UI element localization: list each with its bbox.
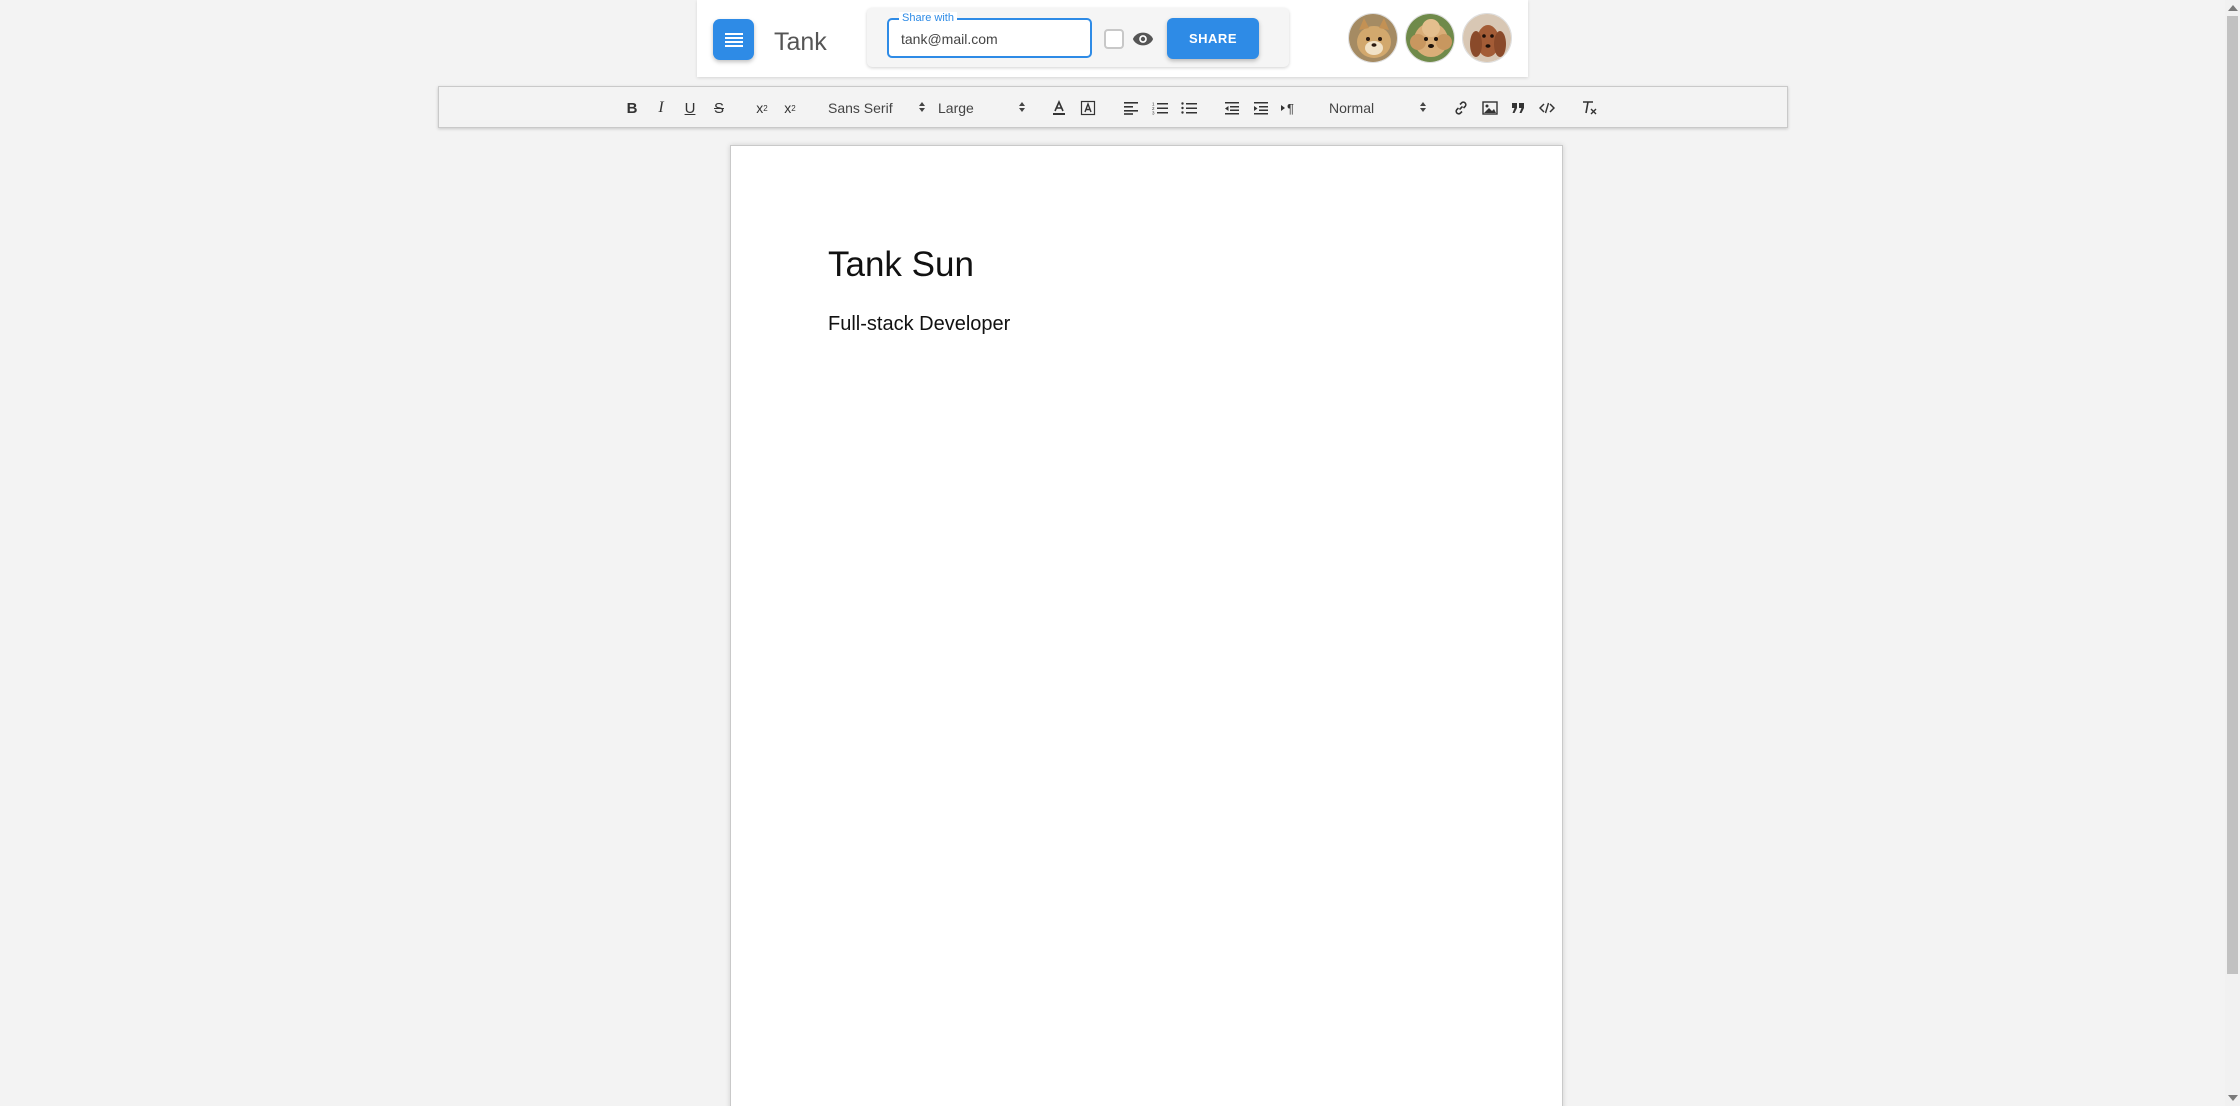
app: Tank Share with SHARE — [0, 0, 2240, 1106]
menu-button[interactable] — [713, 19, 754, 60]
font-family-picker[interactable]: Sans Serif — [828, 96, 926, 120]
shiba-dog-image — [1349, 14, 1397, 62]
scrollbar-thumb[interactable] — [2227, 16, 2238, 974]
ordered-list-icon[interactable]: 123 — [1149, 97, 1171, 119]
share-email-field[interactable]: Share with — [887, 12, 1092, 58]
avatar-poodle-dog[interactable] — [1405, 13, 1455, 63]
header-bar: Tank Share with SHARE — [697, 0, 1528, 77]
bullet-list-icon[interactable] — [1178, 97, 1200, 119]
editor-toolbar: B I U S x2 x2 Sans Serif Large 123 ¶ Nor… — [438, 86, 1788, 128]
scroll-up-arrow-icon[interactable] — [2228, 5, 2238, 11]
share-button[interactable]: SHARE — [1167, 18, 1259, 59]
text-direction-icon[interactable]: ¶ — [1279, 97, 1301, 119]
italic-icon[interactable]: I — [650, 97, 672, 119]
svg-text:3: 3 — [1152, 111, 1155, 116]
vertical-scrollbar[interactable] — [2225, 0, 2240, 1106]
view-permission-eye-icon[interactable] — [1132, 28, 1154, 50]
strikethrough-icon[interactable]: S — [708, 97, 730, 119]
avatar-spaniel-dog[interactable] — [1462, 13, 1512, 63]
share-email-input[interactable] — [901, 29, 1081, 49]
bold-icon[interactable]: B — [621, 97, 643, 119]
spaniel-dog-image — [1463, 14, 1511, 62]
image-icon[interactable] — [1479, 97, 1501, 119]
code-block-icon[interactable] — [1536, 97, 1558, 119]
indent-icon[interactable] — [1250, 97, 1272, 119]
document-subtitle[interactable]: Full-stack Developer — [828, 313, 1010, 336]
caret-updown-icon — [1019, 102, 1025, 112]
link-icon[interactable] — [1450, 97, 1472, 119]
text-color-icon[interactable] — [1048, 97, 1070, 119]
caret-updown-icon — [919, 102, 925, 112]
document-heading[interactable]: Tank Sun — [828, 245, 974, 285]
app-title: Tank — [774, 28, 827, 56]
share-panel: Share with SHARE — [867, 8, 1289, 67]
font-size-picker[interactable]: Large — [938, 96, 1026, 120]
caret-updown-icon — [1420, 102, 1426, 112]
share-field-label: Share with — [899, 12, 957, 25]
scroll-down-arrow-icon[interactable] — [2228, 1095, 2238, 1101]
font-size-value: Large — [938, 100, 974, 116]
poodle-dog-image — [1406, 14, 1454, 62]
edit-permission-checkbox[interactable] — [1104, 29, 1124, 49]
blockquote-icon[interactable] — [1507, 97, 1529, 119]
superscript-icon[interactable]: x2 — [779, 97, 801, 119]
outdent-icon[interactable] — [1221, 97, 1243, 119]
avatar-shiba-dog[interactable] — [1348, 13, 1398, 63]
subscript-icon[interactable]: x2 — [751, 97, 773, 119]
font-family-value: Sans Serif — [828, 100, 893, 116]
heading-picker[interactable]: Normal — [1329, 96, 1427, 120]
document-page[interactable]: Tank Sun Full-stack Developer — [730, 145, 1563, 1106]
align-left-icon[interactable] — [1120, 97, 1142, 119]
heading-value: Normal — [1329, 100, 1375, 116]
background-color-icon[interactable] — [1077, 97, 1099, 119]
underline-icon[interactable]: U — [679, 97, 701, 119]
svg-text:¶: ¶ — [1287, 101, 1294, 115]
hamburger-icon — [724, 32, 743, 47]
clear-formatting-icon[interactable] — [1579, 97, 1601, 119]
